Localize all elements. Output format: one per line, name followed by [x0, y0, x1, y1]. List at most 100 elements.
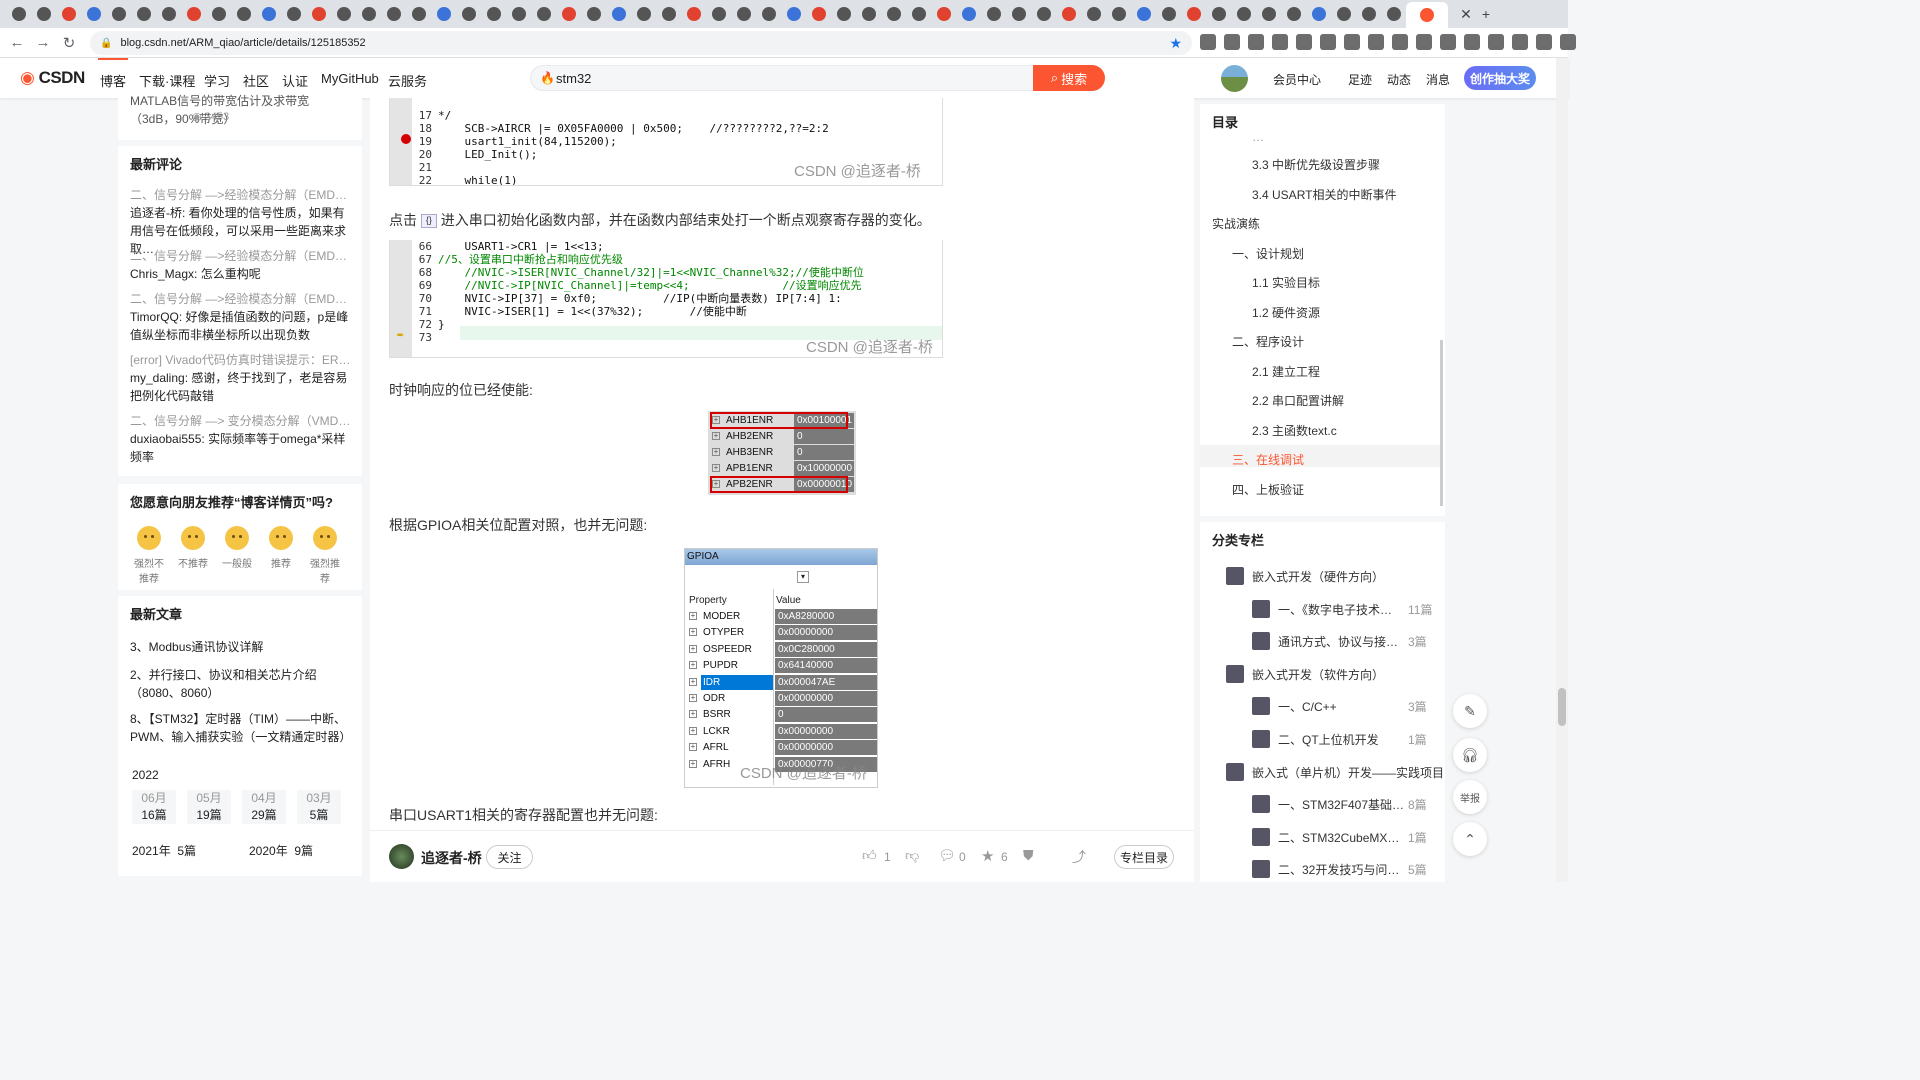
browser-tab[interactable] [956, 3, 981, 25]
column-link[interactable]: 一、STM32F407基础… [1278, 796, 1404, 813]
browser-tab[interactable] [681, 3, 706, 25]
browser-tab[interactable] [6, 3, 31, 25]
browser-tab[interactable] [356, 3, 381, 25]
toc-item[interactable]: 1.1 实验目标 [1252, 274, 1320, 291]
expand-plus-icon[interactable]: + [689, 759, 697, 768]
nav-blog[interactable]: 博客 [97, 58, 129, 90]
expand-plus-icon[interactable]: + [689, 677, 697, 686]
browser-tab[interactable] [406, 3, 431, 25]
share-icon[interactable]: ⤴ [1072, 847, 1086, 867]
recommend-option[interactable]: 推荐 [262, 526, 300, 585]
expand-plus-icon[interactable]: + [689, 710, 697, 719]
browser-tab[interactable] [206, 3, 231, 25]
nav-download-course[interactable]: 下载·课程 [139, 71, 195, 90]
search-input[interactable]: 🔥 stm32 ⌕ 搜索 [530, 65, 1105, 91]
expand-plus-icon[interactable]: + [689, 644, 697, 653]
toc-item[interactable]: 实战演练 [1212, 215, 1260, 232]
browser-tab[interactable] [256, 3, 281, 25]
headset-icon[interactable]: 🎧︎ [1453, 738, 1487, 772]
extension-icon[interactable] [1488, 34, 1504, 50]
toc-item[interactable]: 2.1 建立工程 [1252, 363, 1320, 380]
browser-tab[interactable] [131, 3, 156, 25]
author-name[interactable]: 追逐者-桥 [421, 848, 482, 868]
messages-link[interactable]: 消息 [1426, 71, 1450, 88]
browser-tab[interactable] [1206, 3, 1231, 25]
browser-tab[interactable] [931, 3, 956, 25]
browser-tab[interactable] [506, 3, 531, 25]
toc-item[interactable]: 三、在线调试 [1232, 451, 1304, 468]
recommend-option[interactable]: 强烈推荐 [306, 526, 344, 585]
comment-source-link[interactable]: 二、信号分解 —>经验模态分解（EMD）… [130, 290, 354, 308]
extension-icon[interactable] [1440, 34, 1456, 50]
browser-tab[interactable] [456, 3, 481, 25]
browser-tab[interactable] [1331, 3, 1356, 25]
edit-icon[interactable]: ✎ [1453, 694, 1487, 728]
archive-2021[interactable]: 2021年 5篇 [132, 842, 196, 859]
browser-tab[interactable] [831, 3, 856, 25]
star-icon[interactable]: ★ [981, 847, 994, 865]
comment-icon[interactable]: 💬︎ [938, 847, 956, 864]
browser-tab[interactable] [781, 3, 806, 25]
recent-article-2[interactable]: 2、并行接口、协议和相关芯片介绍（8080、8060） [130, 666, 354, 702]
browser-tab[interactable] [481, 3, 506, 25]
toc-item[interactable]: 2.3 主函数text.c [1252, 422, 1337, 439]
extension-icon[interactable] [1368, 34, 1384, 50]
expand-plus-icon[interactable]: + [689, 726, 697, 735]
activity-link[interactable]: 动态 [1387, 71, 1411, 88]
archive-month[interactable]: 06月 16篇 [132, 790, 176, 824]
expand-plus-icon[interactable]: + [689, 661, 697, 670]
recent-article-1[interactable]: 3、Modbus通讯协议详解 [130, 638, 354, 656]
browser-tab[interactable] [706, 3, 731, 25]
toc-item[interactable]: 3.3 中断优先级设置步骤 [1252, 156, 1380, 173]
browser-tab[interactable] [1281, 3, 1306, 25]
browser-tab[interactable] [1231, 3, 1256, 25]
nav-mygithub[interactable]: MyGitHub [321, 71, 379, 86]
archive-2020[interactable]: 2020年 9篇 [249, 842, 313, 859]
column-link[interactable]: 二、32开发技巧与问… [1278, 861, 1399, 878]
report-button[interactable]: 举报 [1453, 780, 1487, 814]
recent-article-3[interactable]: 8、【STM32】定时器（TIM）——中断、PWM、输入捕获实验（一文精通定时器… [130, 710, 354, 746]
browser-tab[interactable] [1056, 3, 1081, 25]
back-icon[interactable]: ← [4, 34, 30, 51]
extension-icon[interactable] [1200, 34, 1216, 50]
browser-tab[interactable] [631, 3, 656, 25]
extension-icon[interactable] [1272, 34, 1288, 50]
browser-tab[interactable] [106, 3, 131, 25]
browser-tab[interactable] [906, 3, 931, 25]
expand-plus-icon[interactable]: + [712, 464, 720, 472]
browser-tab[interactable] [1256, 3, 1281, 25]
url-input[interactable]: 🔒 blog.csdn.net/ARM_qiao/article/details… [90, 31, 1192, 55]
expand-plus-icon[interactable]: + [689, 628, 697, 637]
browser-tab[interactable] [856, 3, 881, 25]
archive-month[interactable]: 05月 19篇 [187, 790, 231, 824]
toc-item[interactable]: 四、上板验证 [1232, 481, 1304, 498]
forward-icon[interactable]: → [30, 34, 56, 51]
create-button[interactable]: 创作抽大奖 [1464, 66, 1536, 90]
browser-tab[interactable] [1356, 3, 1381, 25]
browser-tab[interactable] [1156, 3, 1181, 25]
column-link[interactable]: 通讯方式、协议与接… [1278, 633, 1398, 650]
browser-tab[interactable] [431, 3, 456, 25]
recommend-option[interactable]: 不推荐 [174, 526, 212, 585]
extension-icon[interactable] [1536, 34, 1552, 50]
new-tab-button[interactable]: + [1474, 0, 1498, 28]
toc-item[interactable]: 3.4 USART相关的中断事件 [1252, 186, 1396, 203]
expand-plus-icon[interactable]: + [712, 448, 720, 456]
extension-icon[interactable] [1560, 34, 1576, 50]
browser-tab[interactable] [1006, 3, 1031, 25]
browser-tab[interactable] [556, 3, 581, 25]
column-link[interactable]: 一、《数字电子技术… [1278, 601, 1392, 618]
user-avatar[interactable] [1221, 65, 1248, 92]
expand-plus-icon[interactable]: + [689, 743, 697, 752]
footprint-link[interactable]: 足迹 [1348, 71, 1372, 88]
bookmark-star-icon[interactable]: ★ [1169, 35, 1182, 52]
browser-tab[interactable] [981, 3, 1006, 25]
comment-source-link[interactable]: 二、信号分解 —> 变分模态分解（VMD）… [130, 412, 354, 430]
column-link[interactable]: 嵌入式开发（硬件方向） [1252, 568, 1384, 585]
back-to-top-icon[interactable]: ⌃ [1453, 822, 1487, 856]
browser-tab[interactable] [281, 3, 306, 25]
browser-tab[interactable] [1131, 3, 1156, 25]
toc-item[interactable]: 1.2 硬件资源 [1252, 304, 1320, 321]
browser-tab[interactable] [1106, 3, 1131, 25]
reward-icon[interactable]: ⛊ [1023, 847, 1034, 864]
